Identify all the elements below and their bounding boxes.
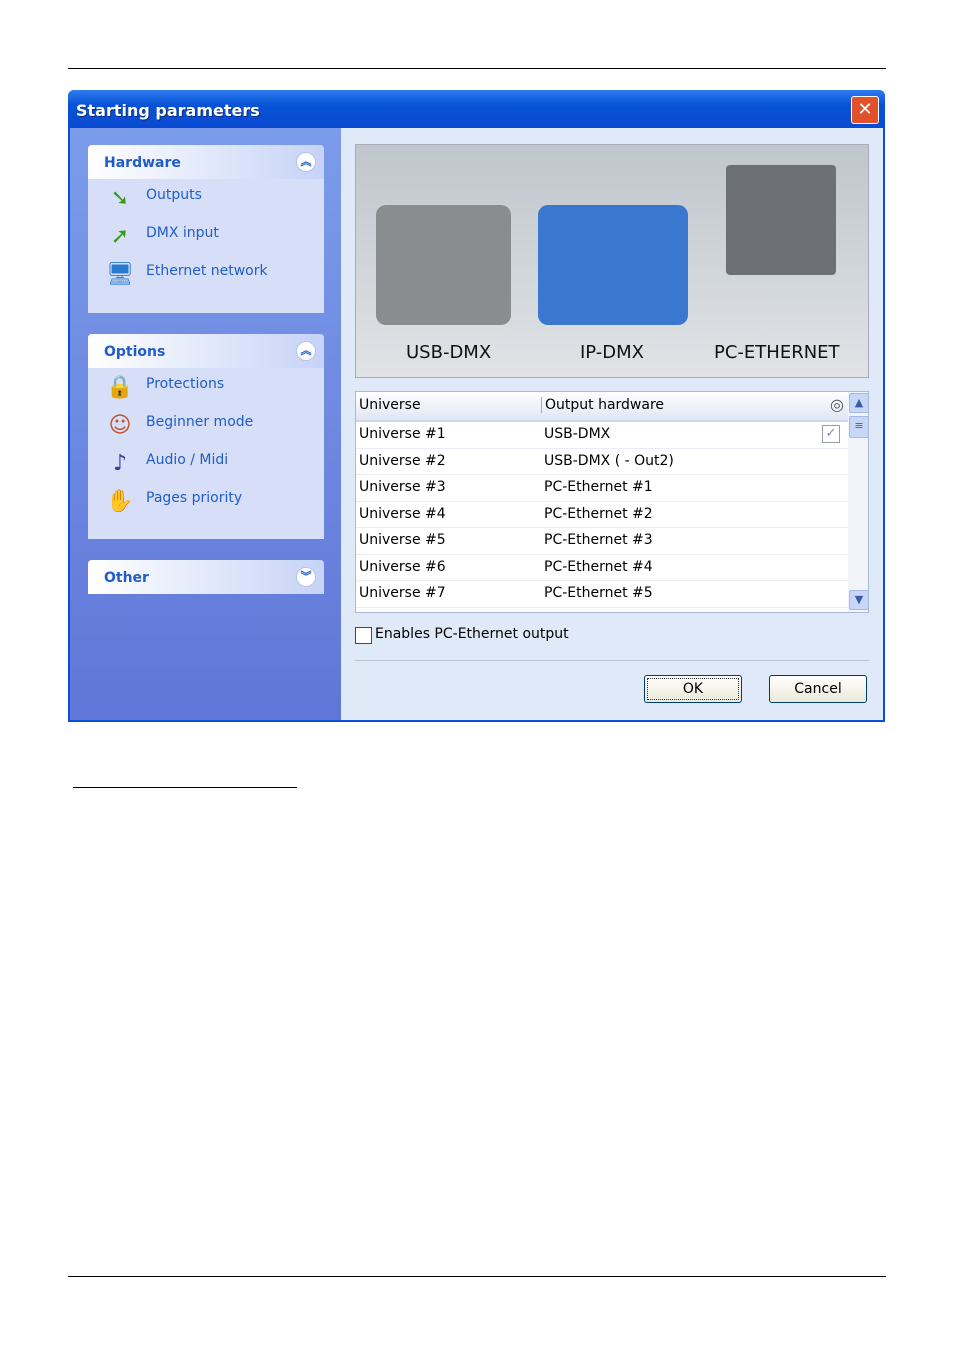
green-arrow-in-icon: ➚	[110, 224, 130, 249]
group-header-hardware[interactable]: Hardware ︽	[88, 145, 324, 179]
footer-rule	[68, 1276, 886, 1277]
item-label: Pages priority	[146, 490, 243, 506]
universe-cell: Universe #1	[359, 426, 446, 442]
universe-cell: Universe #6	[359, 558, 446, 575]
group-options: Options ︽ 🔒 Protections ☺ Beginner mode ♪ Au…	[88, 334, 324, 539]
table-header: Universe Output hardware ◎	[356, 392, 868, 422]
scroll-thumb[interactable]: ≡	[849, 416, 868, 438]
item-label: Outputs	[146, 187, 202, 203]
sidebar-item-dmx-input[interactable]: ➚ DMX input	[88, 217, 324, 255]
group-title: Hardware	[104, 155, 181, 171]
table-row[interactable]: Universe #4 PC-Ethernet #2	[356, 502, 868, 528]
chevron-up-icon[interactable]: ︽	[296, 341, 316, 361]
sidebar-item-beginner-mode[interactable]: ☺ Beginner mode	[88, 406, 324, 444]
column-header-output-hardware[interactable]: Output hardware	[541, 397, 664, 413]
header-rule	[68, 68, 886, 69]
green-arrow-out-icon: ➘	[110, 186, 130, 211]
sidebar-item-protections[interactable]: 🔒 Protections	[88, 368, 324, 406]
sidebar-item-audio-midi[interactable]: ♪ Audio / Midi	[88, 444, 324, 482]
item-label: DMX input	[146, 225, 219, 241]
item-label: Protections	[146, 376, 225, 392]
ok-button[interactable]: OK	[644, 675, 742, 703]
chevron-down-icon[interactable]: ︾	[296, 567, 316, 587]
table-row[interactable]: Universe #5 PC-Ethernet #3	[356, 528, 868, 555]
group-header-options[interactable]: Options ︽	[88, 334, 324, 368]
universe-cell: Universe #4	[359, 505, 446, 522]
product-label: PC-ETHERNET	[714, 342, 840, 363]
output-hardware-cell: USB-DMX ( - Out2)	[544, 452, 674, 469]
sidebar: Hardware ︽ ➘ Outputs ➚ DMX input 🖥 Ethernet …	[70, 128, 341, 720]
product-label: IP-DMX	[580, 342, 644, 363]
cancel-button[interactable]: Cancel	[769, 675, 867, 703]
universe-cell: Universe #3	[359, 479, 446, 495]
table-row[interactable]: Universe #1 USB-DMX ✓	[356, 422, 868, 449]
table-row[interactable]: Universe #2 USB-DMX ( - Out2)	[356, 449, 868, 475]
dialog-title: Starting parameters	[76, 101, 260, 120]
checkbox-label: Enables PC-Ethernet output	[375, 626, 569, 642]
hand-icon: ✋	[106, 489, 134, 514]
separator	[355, 660, 869, 661]
sidebar-item-pages-priority[interactable]: ✋ Pages priority	[88, 482, 324, 520]
universe-table: Universe Output hardware ◎ Universe #1 US…	[355, 391, 869, 613]
group-title: Other	[104, 570, 149, 586]
group-title: Options	[104, 344, 166, 360]
output-hardware-cell: PC-Ethernet #1	[544, 479, 653, 495]
output-hardware-cell: PC-Ethernet #2	[544, 505, 653, 522]
laptop-icon	[726, 165, 836, 275]
row-enabled-checkbox[interactable]: ✓	[822, 425, 840, 443]
main-panel: USB-DMX IP-DMX PC-ETHERNET Universe Outp…	[341, 128, 883, 720]
close-button[interactable]: ✕	[851, 96, 879, 124]
short-rule	[73, 787, 297, 788]
output-hardware-cell: PC-Ethernet #5	[544, 585, 653, 601]
music-note-icon: ♪	[112, 451, 128, 476]
universe-cell: Universe #8	[359, 612, 446, 613]
sidebar-item-outputs[interactable]: ➘ Outputs	[88, 179, 324, 217]
output-hardware-cell: PC-Ethernet #6	[544, 612, 653, 613]
output-hardware-cell: PC-Ethernet #4	[544, 558, 653, 575]
group-header-other[interactable]: Other ︾	[88, 560, 324, 594]
padlock-icon: 🔒	[106, 375, 134, 400]
usb-dmx-device-icon	[376, 205, 511, 325]
universe-cell: Universe #5	[359, 532, 446, 548]
group-other: Other ︾	[88, 560, 324, 594]
universe-cell: Universe #7	[359, 585, 446, 601]
scroll-up-button[interactable]: ▲	[849, 393, 868, 413]
sidebar-item-ethernet-network[interactable]: 🖥 Ethernet network	[88, 255, 324, 293]
product-label: USB-DMX	[406, 342, 492, 363]
universe-cell: Universe #2	[359, 452, 446, 469]
output-hardware-cell: PC-Ethernet #3	[544, 532, 653, 548]
starting-parameters-dialog: Starting parameters ✕ Hardware ︽ ➘ Outputs…	[68, 90, 885, 722]
group-hardware: Hardware ︽ ➘ Outputs ➚ DMX input 🖥 Ethernet …	[88, 145, 324, 313]
table-row[interactable]: Universe #8 PC-Ethernet #6	[356, 608, 868, 613]
table-row[interactable]: Universe #7 PC-Ethernet #5	[356, 581, 868, 608]
item-label: Ethernet network	[146, 263, 268, 279]
character-icon: ☺	[108, 413, 132, 438]
scroll-down-button[interactable]: ▼	[849, 590, 868, 610]
output-hardware-cell: USB-DMX	[544, 426, 611, 442]
item-label: Beginner mode	[146, 414, 254, 430]
checkbox-box[interactable]	[355, 627, 372, 644]
ip-dmx-device-icon	[538, 205, 688, 325]
title-bar[interactable]: Starting parameters ✕	[68, 90, 885, 128]
table-row[interactable]: Universe #3 PC-Ethernet #1	[356, 475, 868, 502]
chevron-up-icon[interactable]: ︽	[296, 152, 316, 172]
item-label: Audio / Midi	[146, 452, 229, 468]
column-header-universe[interactable]: Universe	[359, 397, 421, 413]
products-image: USB-DMX IP-DMX PC-ETHERNET	[355, 144, 869, 378]
network-computer-icon: 🖥	[106, 262, 134, 287]
table-row[interactable]: Universe #6 PC-Ethernet #4	[356, 555, 868, 581]
vertical-scrollbar[interactable]: ▲ ≡ ▼	[848, 392, 868, 612]
dmx-connector-icon: ◎	[830, 395, 844, 414]
